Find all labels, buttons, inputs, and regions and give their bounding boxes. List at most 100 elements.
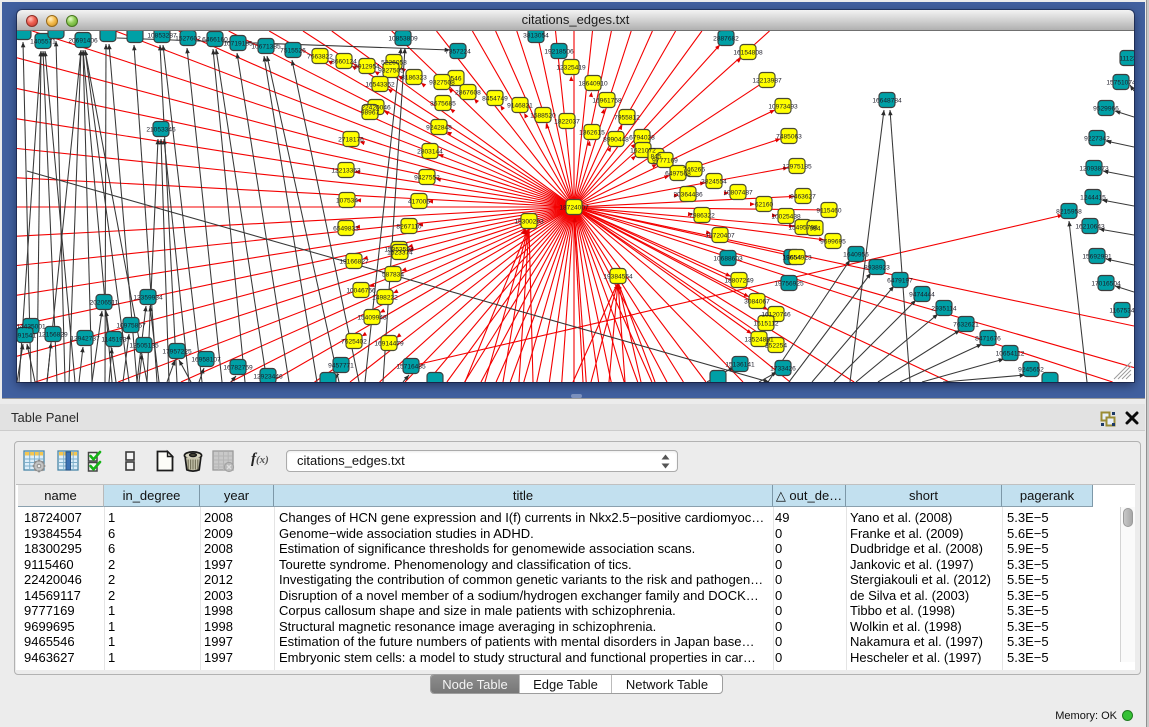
svg-text:8471676: 8471676 xyxy=(975,335,1001,342)
svg-text:16120746: 16120746 xyxy=(761,311,791,318)
svg-text:9474444: 9474444 xyxy=(909,291,935,298)
svg-text:1523374: 1523374 xyxy=(387,249,413,256)
svg-text:7515526: 7515526 xyxy=(280,47,306,54)
svg-text:20206511: 20206511 xyxy=(90,299,119,306)
svg-text:11123: 11123 xyxy=(1119,55,1134,62)
svg-text:7357224: 7357224 xyxy=(445,48,471,55)
svg-text:9427552: 9427552 xyxy=(414,174,440,181)
svg-text:20364436: 20364436 xyxy=(673,191,703,198)
svg-text:2887682: 2887682 xyxy=(713,35,739,42)
svg-text:12213363: 12213363 xyxy=(331,167,361,174)
svg-text:16648784: 16648784 xyxy=(872,97,902,104)
svg-text:16210643: 16210643 xyxy=(1075,223,1105,230)
svg-text:15136141: 15136141 xyxy=(725,361,755,368)
svg-text:417006: 417006 xyxy=(408,198,430,205)
svg-text:2718176: 2718176 xyxy=(338,136,364,143)
svg-text:7632621: 7632621 xyxy=(953,321,979,328)
svg-text:19218506: 19218506 xyxy=(544,48,574,55)
svg-text:10853809: 10853809 xyxy=(388,35,418,42)
svg-text:17016504: 17016504 xyxy=(1091,280,1121,287)
svg-text:15751074: 15751074 xyxy=(1106,79,1134,86)
svg-text:9327508: 9327508 xyxy=(429,79,455,86)
svg-text:1145193: 1145193 xyxy=(101,336,127,343)
svg-text:18807249: 18807249 xyxy=(724,277,754,284)
svg-text:19384554: 19384554 xyxy=(603,273,633,280)
svg-text:12213987: 12213987 xyxy=(752,77,782,84)
svg-text:1167534: 1167534 xyxy=(1109,307,1134,314)
svg-text:12923446: 12923446 xyxy=(253,373,283,380)
svg-text:1405571: 1405571 xyxy=(30,38,56,45)
svg-text:2867608: 2867608 xyxy=(455,89,481,96)
svg-text:10688603: 10688603 xyxy=(713,255,743,262)
svg-text:19756925: 19756925 xyxy=(774,280,804,287)
svg-text:9245652: 9245652 xyxy=(1018,366,1044,373)
svg-text:17957225: 17957225 xyxy=(162,348,192,355)
svg-text:9115460: 9115460 xyxy=(816,207,842,214)
svg-text:12975185: 12975185 xyxy=(782,163,812,170)
svg-text:107534: 107534 xyxy=(336,197,358,204)
svg-text:9146821: 9146821 xyxy=(507,102,533,109)
svg-text:12156829: 12156829 xyxy=(38,331,68,338)
svg-text:9463627: 9463627 xyxy=(790,193,816,200)
svg-text:6497568: 6497568 xyxy=(665,170,691,177)
svg-text:3824554: 3824554 xyxy=(701,178,727,185)
svg-text:8454749: 8454749 xyxy=(482,95,508,102)
svg-text:252254: 252254 xyxy=(765,342,787,349)
svg-text:9242848: 9242848 xyxy=(426,124,452,131)
svg-text:8186323: 8186323 xyxy=(401,74,427,81)
svg-text:10853287: 10853287 xyxy=(147,32,177,39)
svg-text:12505135: 12505135 xyxy=(129,342,159,349)
svg-text:15716485: 15716485 xyxy=(396,363,426,370)
svg-text:16782759: 16782759 xyxy=(223,364,253,371)
svg-text:3675685: 3675685 xyxy=(430,100,456,107)
svg-text:2803144: 2803144 xyxy=(417,148,443,155)
svg-text:1615112: 1615112 xyxy=(753,320,779,327)
svg-text:16543362: 16543362 xyxy=(365,81,395,88)
svg-text:3084067: 3084067 xyxy=(744,298,770,305)
svg-text:20691406: 20691406 xyxy=(68,37,98,44)
svg-text:1527602: 1527602 xyxy=(175,35,201,42)
svg-text:16154808: 16154808 xyxy=(733,49,763,56)
svg-text:1733426: 1733426 xyxy=(770,365,796,372)
svg-text:6549833: 6549833 xyxy=(333,225,359,232)
svg-text:10975867: 10975867 xyxy=(116,322,146,329)
svg-text:9777169: 9777169 xyxy=(652,157,678,164)
svg-text:8990448: 8990448 xyxy=(603,136,629,143)
svg-text:1498222: 1498222 xyxy=(372,294,398,301)
svg-text:5226058: 5226058 xyxy=(381,59,407,66)
svg-text:984: 984 xyxy=(809,225,820,232)
svg-text:6794028: 6794028 xyxy=(629,134,655,141)
svg-text:3813054: 3813054 xyxy=(523,32,549,39)
svg-text:15720407: 15720407 xyxy=(705,232,735,239)
svg-text:15409948: 15409948 xyxy=(357,314,387,321)
svg-text:12093873: 12093873 xyxy=(1079,165,1109,172)
svg-text:98967: 98967 xyxy=(361,109,380,116)
svg-text:10025438: 10025438 xyxy=(771,213,801,220)
svg-text:12359934: 12359934 xyxy=(133,294,163,301)
svg-text:10807487: 10807487 xyxy=(723,189,753,196)
svg-text:16958107: 16958107 xyxy=(191,356,221,363)
svg-text:9699695: 9699695 xyxy=(820,238,846,245)
svg-text:1822037: 1822037 xyxy=(554,118,580,125)
svg-text:10719185: 10719185 xyxy=(223,40,253,47)
svg-text:7625402: 7625402 xyxy=(341,338,367,345)
svg-text:7986322: 7986322 xyxy=(689,212,715,219)
svg-text:12942737: 12942737 xyxy=(70,335,100,342)
svg-text:587834: 587834 xyxy=(382,271,404,278)
svg-text:62160: 62160 xyxy=(755,201,774,208)
svg-text:10654112: 10654112 xyxy=(996,350,1025,357)
svg-text:9327505: 9327505 xyxy=(378,67,404,74)
svg-text:10671385: 10671385 xyxy=(251,43,281,50)
svg-text:14435001: 14435001 xyxy=(17,323,46,330)
svg-text:7663822: 7663822 xyxy=(307,53,333,60)
svg-text:21053346: 21053346 xyxy=(146,126,176,133)
svg-text:12325419: 12325419 xyxy=(556,64,586,71)
svg-text:7485063: 7485063 xyxy=(776,133,802,140)
svg-text:19166827: 19166827 xyxy=(339,258,369,265)
svg-text:15300293: 15300293 xyxy=(514,218,544,225)
svg-text:7955812: 7955812 xyxy=(614,114,640,121)
svg-text:9457771: 9457771 xyxy=(328,362,354,369)
svg-text:8938923: 8938923 xyxy=(864,264,890,271)
svg-text:391541: 391541 xyxy=(17,332,36,339)
svg-text:16914479: 16914479 xyxy=(374,340,404,347)
